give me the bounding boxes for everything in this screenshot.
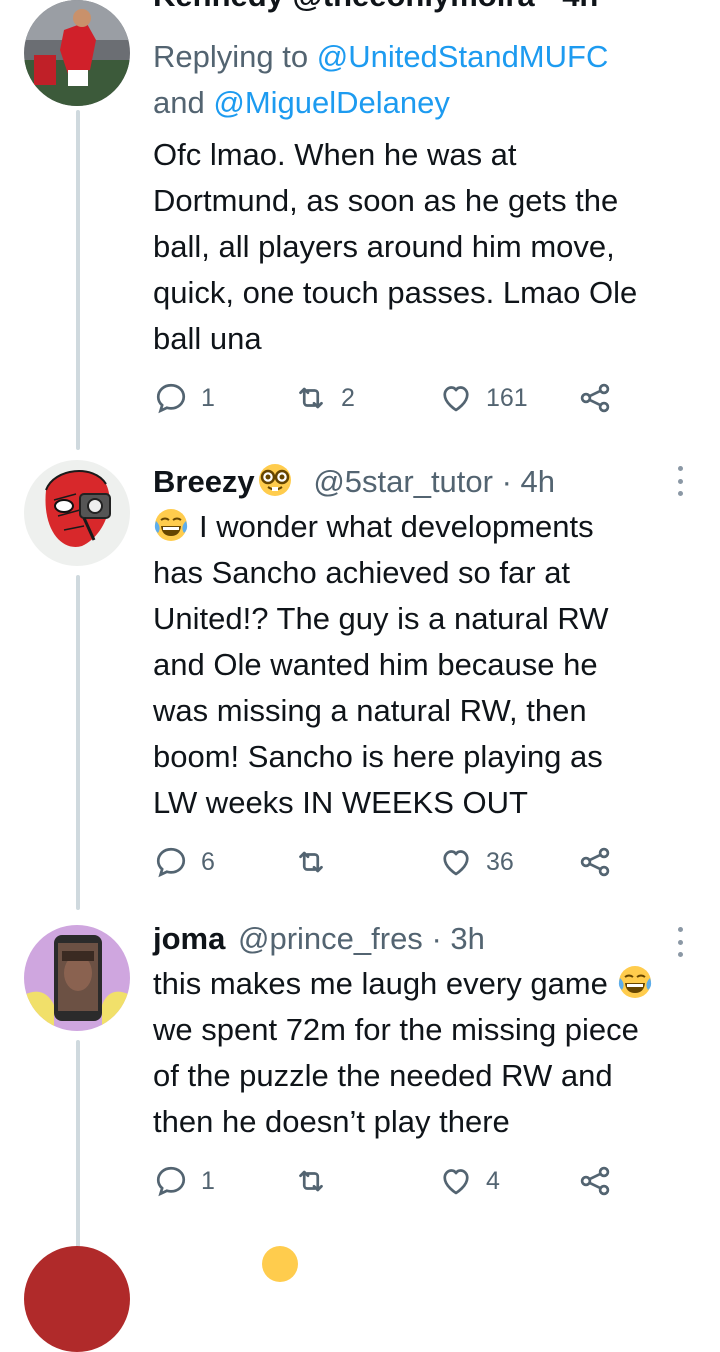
reply-button[interactable]: 1: [153, 1161, 215, 1201]
tweet-text-content: we spent 72m for the missing piece of th…: [153, 1012, 639, 1139]
more-options-button[interactable]: [670, 466, 690, 496]
tweet-text-line: this makes me laugh every game: [153, 966, 608, 1001]
retweet-button[interactable]: 2: [293, 378, 355, 418]
retweet-button[interactable]: [293, 1161, 341, 1201]
tweet-text-content: I wonder what developments has Sancho ac…: [153, 509, 609, 820]
more-options-button[interactable]: [670, 927, 690, 957]
avatar[interactable]: [24, 925, 130, 1031]
next-tweet-avatar[interactable]: [24, 1246, 130, 1352]
reply-icon: [156, 847, 186, 878]
nerd-emoji: [258, 464, 291, 496]
share-button[interactable]: [577, 378, 613, 418]
display-name[interactable]: joma: [153, 921, 225, 956]
timestamp[interactable]: · 3h: [431, 921, 484, 956]
laughing-emoji: [618, 966, 651, 998]
tweet-actions: 6 36: [153, 842, 623, 882]
user-handle[interactable]: @prince_fres: [238, 921, 423, 956]
retweet-icon: [299, 1170, 323, 1192]
replying-prefix: Replying to: [153, 39, 317, 74]
tweet-actions: 1 2 161: [153, 378, 623, 418]
reply-count: 1: [201, 383, 215, 412]
retweet-button[interactable]: [293, 842, 341, 882]
tweet-text: I wonder what developments has Sancho ac…: [153, 504, 693, 826]
tweet-text: this makes me laugh every game we spent …: [153, 961, 698, 1145]
reply-icon: [156, 1166, 186, 1197]
reply-count: 6: [201, 847, 215, 876]
tweet-3[interactable]: joma @prince_fres · 3h this makes me lau…: [0, 921, 720, 1225]
laughing-emoji: [154, 509, 188, 541]
tweet-1[interactable]: Kennedy @theeonlymoira · 4h Replying to …: [0, 0, 720, 450]
reply-count: 1: [201, 1166, 215, 1195]
like-icon: [443, 386, 469, 412]
share-button[interactable]: [577, 1161, 613, 1201]
like-count: 4: [486, 1166, 500, 1195]
share-icon: [580, 847, 610, 877]
tweet-2[interactable]: Breezy @5star_tutor · 4h I wonder what d…: [0, 460, 720, 920]
reply-icon: [156, 383, 186, 414]
retweet-icon: [299, 387, 323, 409]
timestamp[interactable]: · 4h: [502, 464, 555, 499]
avatar[interactable]: [24, 0, 130, 106]
next-tweet-emoji: [262, 1246, 298, 1282]
retweet-count: 2: [341, 383, 355, 412]
tweet-header: Kennedy @theeonlymoira · 4h: [153, 0, 598, 16]
tweet-header: joma @prince_fres · 3h: [153, 919, 485, 959]
like-button[interactable]: 4: [438, 1161, 500, 1201]
share-icon: [580, 1166, 610, 1196]
user-handle[interactable]: @5star_tutor: [313, 464, 493, 499]
reply-button[interactable]: 1: [153, 378, 215, 418]
like-icon: [443, 1169, 469, 1195]
retweet-icon: [299, 851, 323, 873]
avatar[interactable]: [24, 460, 130, 566]
share-button[interactable]: [577, 842, 613, 882]
tweet-actions: 1 4: [153, 1161, 623, 1201]
mention-link[interactable]: @UnitedStandMUFC: [317, 39, 609, 74]
tweet-text: Ofc lmao. When he was at Dortmund, as so…: [153, 137, 638, 356]
like-count: 161: [486, 383, 528, 412]
like-button[interactable]: 36: [438, 842, 514, 882]
replying-and: and: [153, 85, 214, 120]
display-name[interactable]: Breezy: [153, 464, 255, 499]
reply-button[interactable]: 6: [153, 842, 215, 882]
like-button[interactable]: 161: [438, 378, 528, 418]
mention-link[interactable]: @MiguelDelaney: [213, 85, 450, 120]
share-icon: [580, 383, 610, 413]
replying-to: Replying to @UnitedStandMUFC and @Miguel…: [153, 34, 608, 126]
tweet-header: Breezy @5star_tutor · 4h: [153, 462, 555, 502]
like-count: 36: [486, 847, 514, 876]
like-icon: [443, 850, 469, 876]
